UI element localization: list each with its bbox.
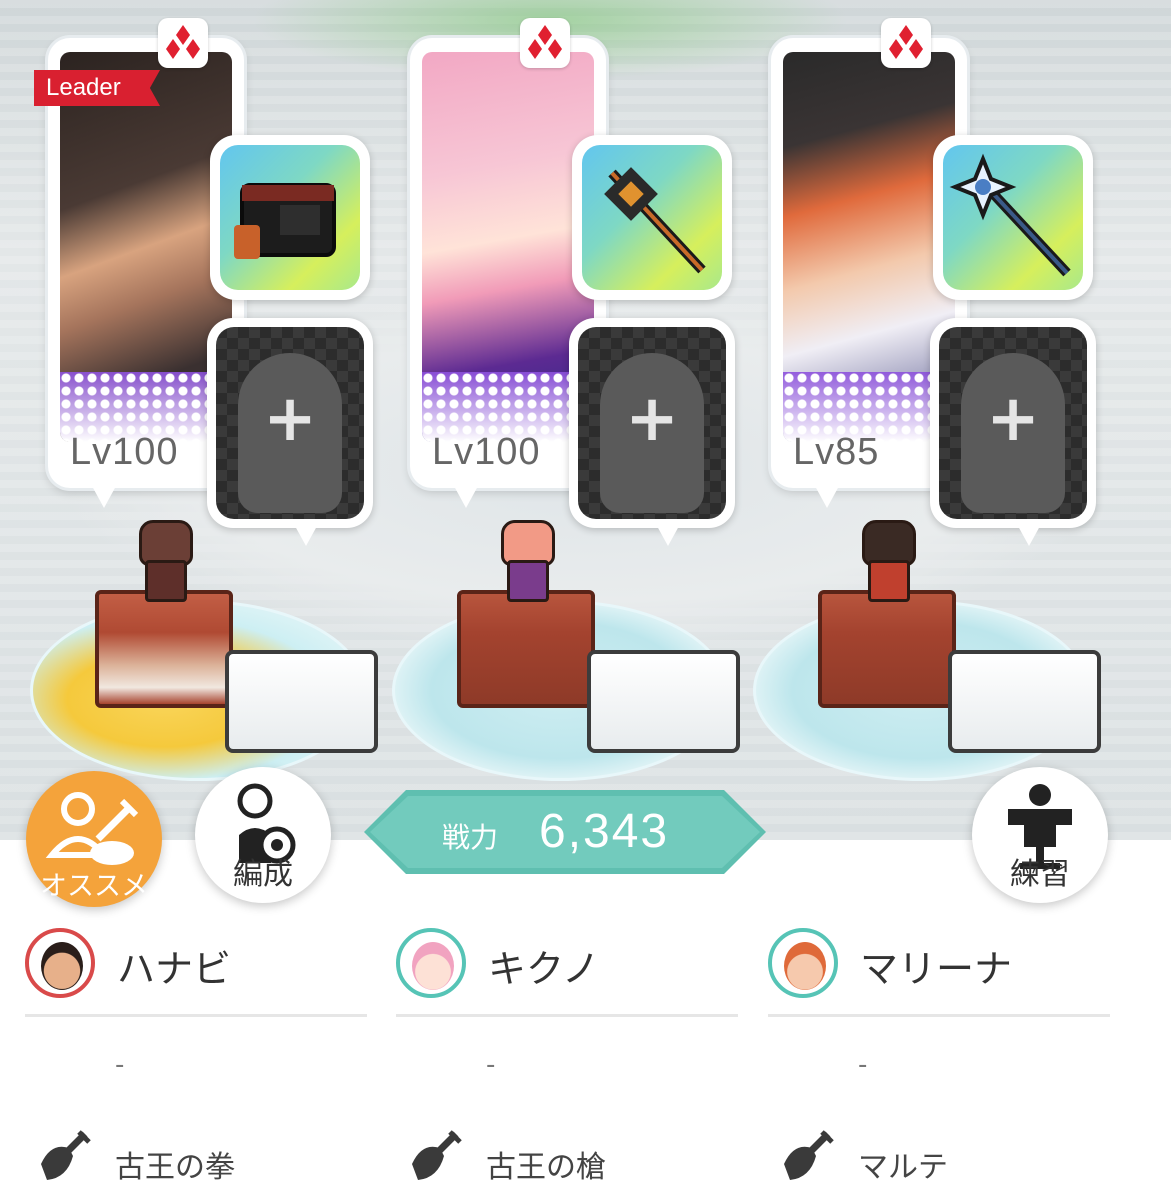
party-scene: Lv100 Leader + Lv100 + Lv85 + bbox=[0, 0, 1171, 840]
weapon-type-icon bbox=[412, 1130, 462, 1180]
character-sprite[interactable] bbox=[858, 520, 916, 602]
leader-badge: Leader bbox=[34, 70, 160, 106]
divider bbox=[396, 1014, 738, 1017]
staff-weapon-icon bbox=[949, 153, 1071, 277]
divider bbox=[25, 1014, 367, 1017]
weapon-slot[interactable] bbox=[572, 135, 732, 300]
recommend-icon bbox=[45, 792, 139, 865]
recommend-button[interactable]: オススメ bbox=[26, 771, 162, 907]
practice-label: 練習 bbox=[1010, 857, 1070, 892]
add-support-slot[interactable]: + bbox=[930, 318, 1096, 546]
formation-label: 編成 bbox=[233, 857, 293, 892]
party-power: 戦力 6,343 bbox=[364, 790, 766, 874]
weapon-name: 古王の拳 bbox=[115, 1150, 235, 1185]
divider bbox=[768, 1014, 1110, 1017]
party-slot-3: Lv85 + bbox=[723, 0, 1101, 840]
character-avatar[interactable] bbox=[768, 928, 838, 998]
weapon-slot[interactable] bbox=[933, 135, 1093, 300]
character-name: ハナビ bbox=[117, 947, 232, 991]
element-diamond-icon bbox=[881, 18, 931, 68]
weapon-slot[interactable] bbox=[210, 135, 370, 300]
weapon-name: マルテ bbox=[858, 1150, 948, 1185]
weapon-type-icon bbox=[784, 1130, 834, 1180]
add-icon: + bbox=[986, 382, 1040, 456]
formation-button[interactable]: 編成 bbox=[195, 767, 331, 903]
party-slot-1: Lv100 Leader + bbox=[0, 0, 378, 840]
add-icon: + bbox=[263, 382, 317, 456]
character-avatar[interactable] bbox=[25, 928, 95, 998]
level-label: Lv85 bbox=[793, 431, 880, 473]
gauntlet-weapon-icon bbox=[234, 183, 336, 259]
weapon-type-icon bbox=[41, 1130, 91, 1180]
add-support-slot[interactable]: + bbox=[207, 318, 373, 546]
add-support-slot[interactable]: + bbox=[569, 318, 735, 546]
recommend-label: オススメ bbox=[40, 871, 148, 902]
character-avatar[interactable] bbox=[396, 928, 466, 998]
power-value: 6,343 bbox=[539, 805, 670, 858]
pedestal bbox=[818, 590, 956, 708]
empty-block bbox=[225, 650, 378, 753]
character-status: - bbox=[486, 1050, 496, 1080]
character-name: キクノ bbox=[488, 947, 600, 991]
practice-button[interactable]: 練習 bbox=[972, 767, 1108, 903]
character-status: - bbox=[858, 1050, 868, 1080]
power-label: 戦力 bbox=[442, 821, 499, 854]
empty-block bbox=[587, 650, 740, 753]
party-slot-2: Lv100 + bbox=[362, 0, 740, 840]
add-icon: + bbox=[625, 382, 679, 456]
character-sprite[interactable] bbox=[135, 520, 193, 602]
level-label: Lv100 bbox=[432, 431, 541, 473]
character-sprite[interactable] bbox=[497, 520, 555, 602]
character-name: マリーナ bbox=[860, 947, 1013, 991]
element-diamond-icon bbox=[158, 18, 208, 68]
character-status: - bbox=[115, 1050, 125, 1080]
empty-block bbox=[948, 650, 1101, 753]
pedestal bbox=[457, 590, 595, 708]
element-diamond-icon bbox=[520, 18, 570, 68]
weapon-name: 古王の槍 bbox=[486, 1150, 606, 1185]
spear-weapon-icon bbox=[604, 167, 706, 274]
pedestal bbox=[95, 590, 233, 708]
level-label: Lv100 bbox=[70, 431, 179, 473]
